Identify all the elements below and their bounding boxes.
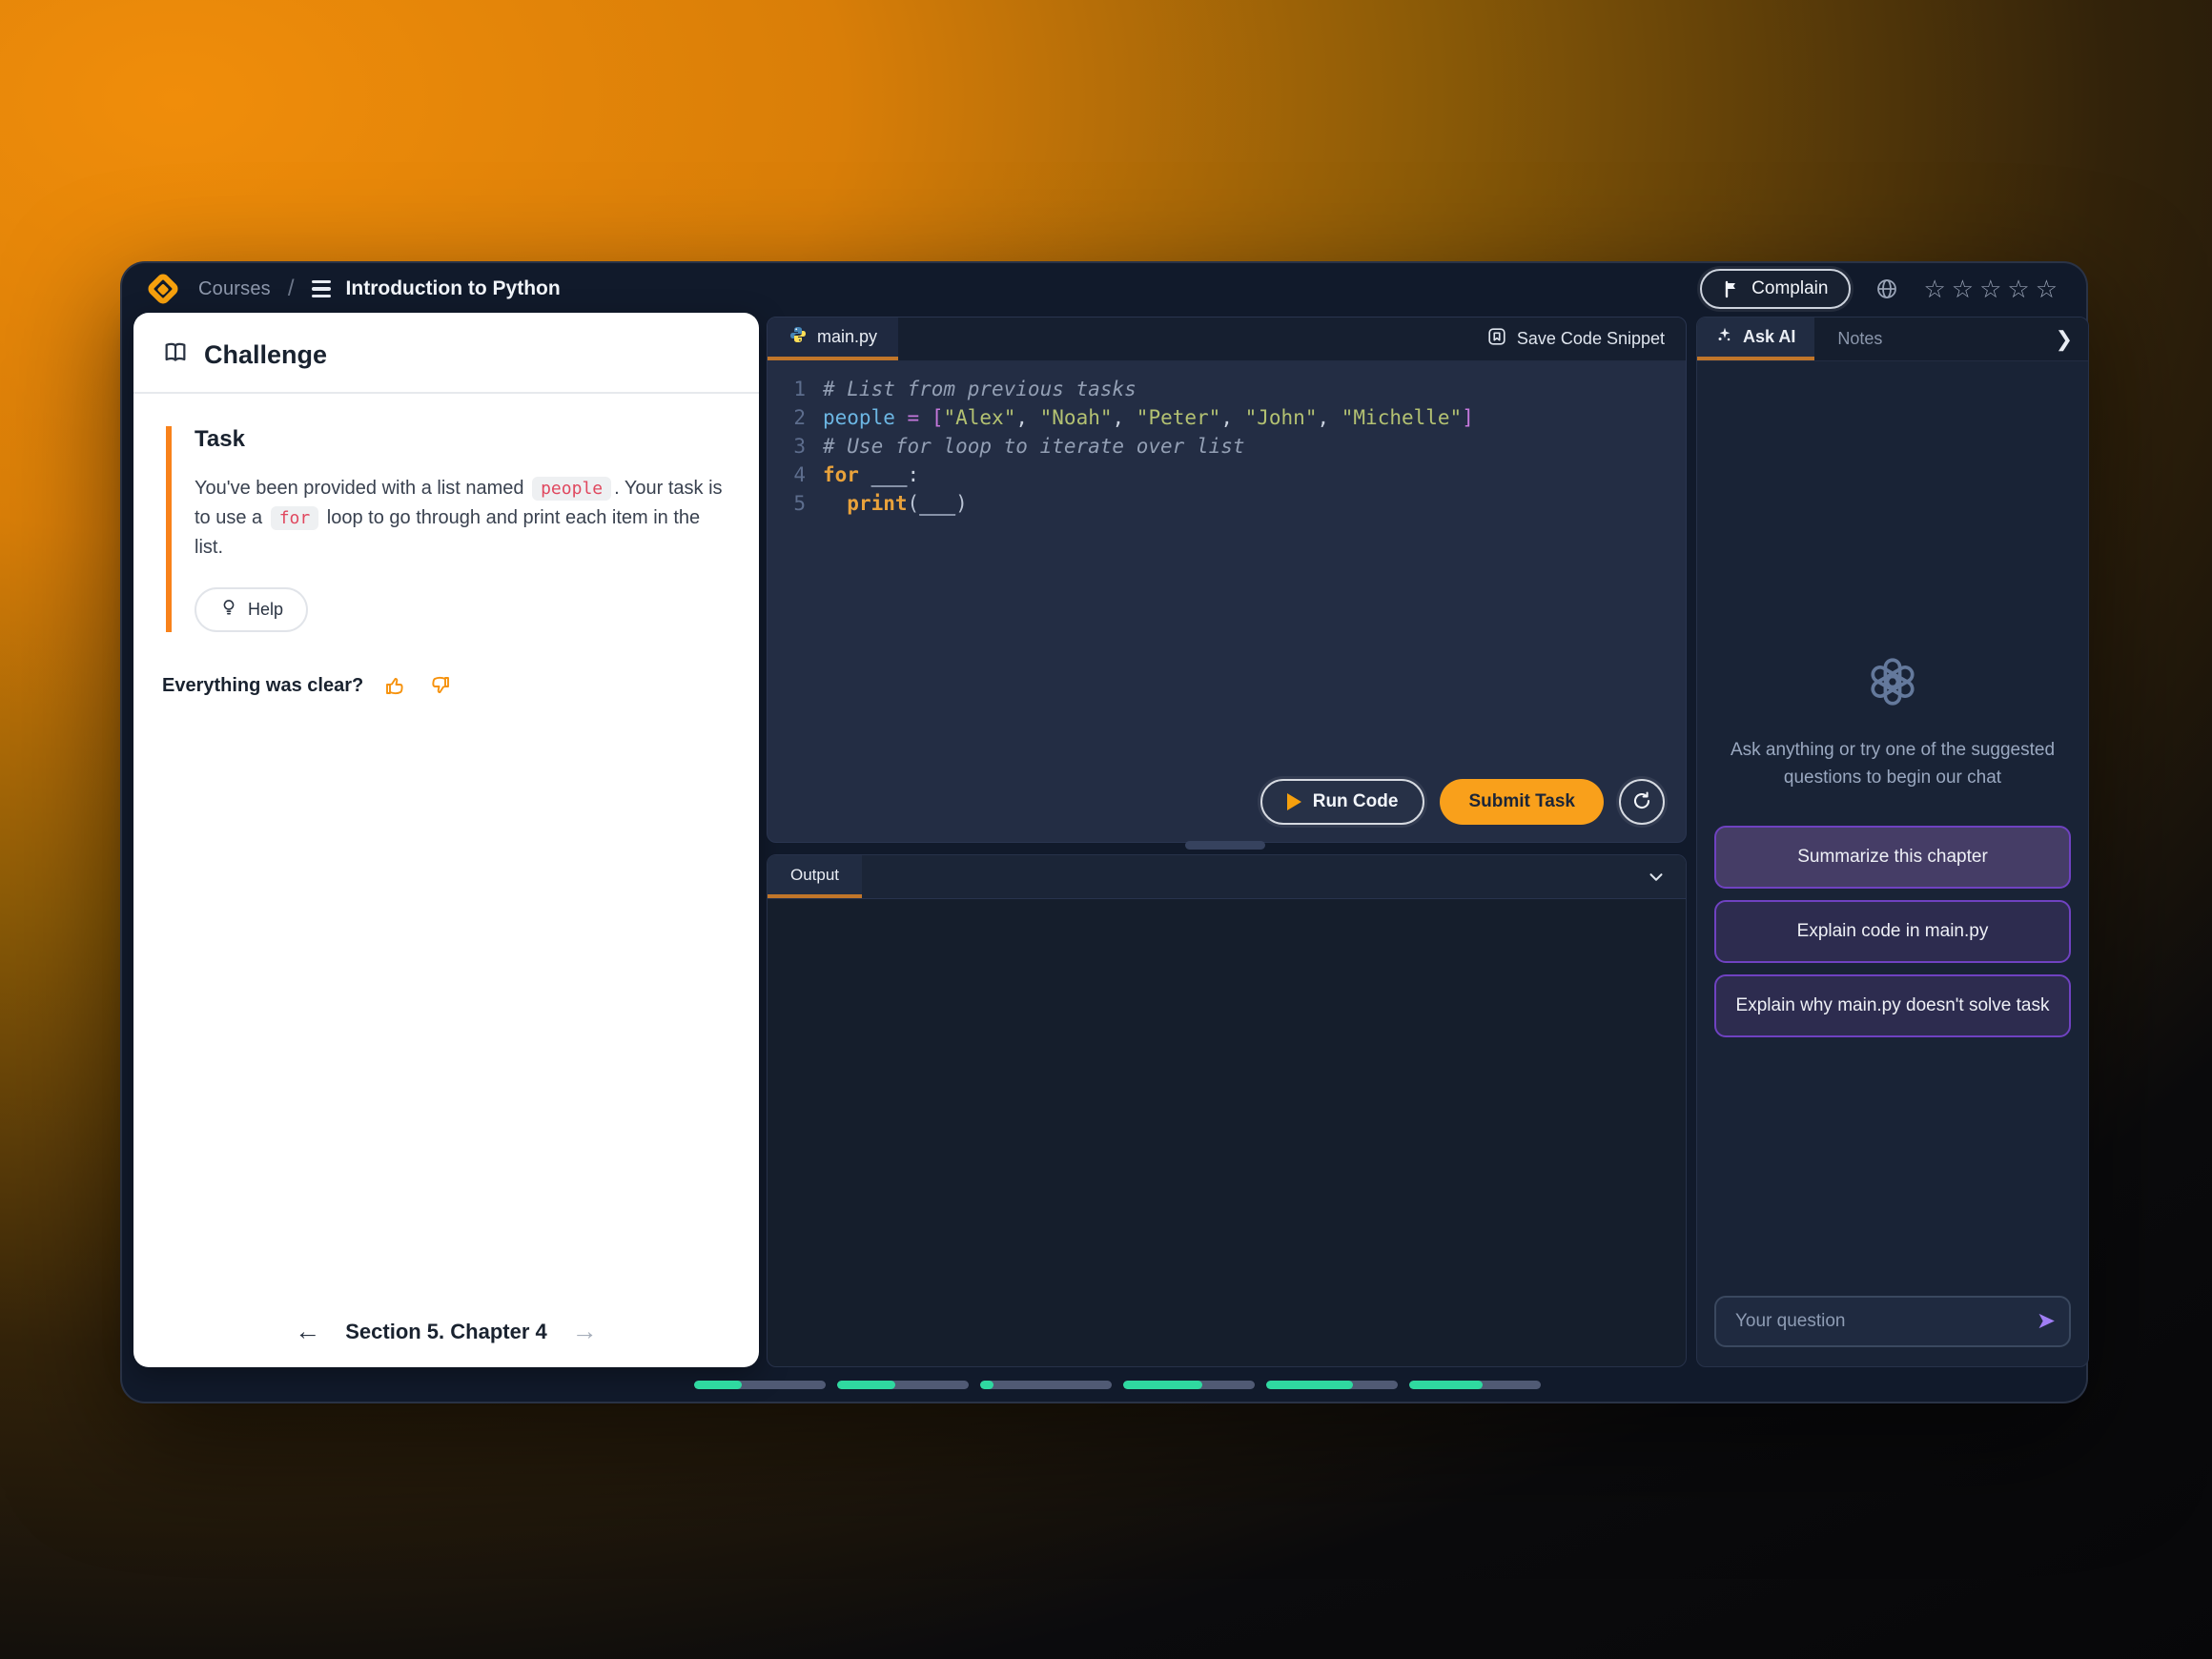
openai-logo-icon [1868, 657, 1917, 711]
code-line[interactable]: 5 print(___) [768, 489, 1686, 518]
rating-star-icon[interactable]: ☆ [1952, 276, 1974, 301]
help-button[interactable]: Help [195, 587, 308, 632]
tab-main-py[interactable]: main.py [768, 317, 898, 360]
suggestion-button[interactable]: Summarize this chapter [1714, 826, 2071, 889]
book-icon [162, 339, 189, 371]
ai-tab-bar: Ask AI Notes ❯ [1697, 317, 2088, 361]
tab-output[interactable]: Output [768, 855, 862, 898]
output-panel: Output [767, 854, 1687, 1367]
task-block: Task You've been provided with a list na… [166, 426, 730, 632]
course-menu-icon[interactable] [312, 280, 331, 298]
ai-suggestions: Summarize this chapter Explain code in ma… [1697, 826, 2088, 1037]
ask-ai-panel: Ask AI Notes ❯ Ask anyt [1696, 317, 2089, 1367]
submit-task-button[interactable]: Submit Task [1440, 779, 1604, 825]
prev-chapter-button[interactable]: ← [295, 1317, 320, 1346]
breadcrumb-courses[interactable]: Courses [198, 278, 271, 300]
output-tab-bar: Output [768, 855, 1686, 899]
rating-star-icon[interactable]: ☆ [1979, 276, 2001, 301]
rating-star-icon[interactable]: ☆ [2036, 276, 2058, 301]
line-number: 1 [768, 375, 806, 403]
lightbulb-icon [219, 598, 238, 622]
code-line[interactable]: 3# Use for loop to iterate over list [768, 432, 1686, 461]
collapse-panel-chevron-icon[interactable]: ❯ [2056, 327, 2088, 352]
brand-logo-icon[interactable] [146, 272, 181, 307]
inline-code-chip: people [532, 477, 611, 501]
save-code-snippet-button[interactable]: Save Code Snippet [1486, 326, 1686, 352]
code-line[interactable]: 2people = ["Alex", "Noah", "Peter", "Joh… [768, 403, 1686, 432]
rating-star-icon[interactable]: ☆ [1923, 276, 1945, 301]
progress-segment [1266, 1381, 1398, 1389]
line-number: 3 [768, 432, 806, 461]
line-number: 5 [768, 489, 806, 518]
divider [133, 392, 759, 394]
progress-segment [980, 1381, 1112, 1389]
section-chapter-label: Section 5. Chapter 4 [345, 1320, 547, 1344]
tab-notes[interactable]: Notes [1814, 317, 1905, 360]
inline-code-chip: for [271, 506, 319, 530]
save-snippet-icon [1486, 326, 1507, 352]
task-description: You've been provided with a list named p… [195, 474, 730, 563]
progress-segment [694, 1381, 826, 1389]
feedback-question: Everything was clear? [162, 675, 363, 697]
run-code-button[interactable]: Run Code [1260, 779, 1425, 825]
reset-code-button[interactable] [1619, 779, 1665, 825]
suggestion-button[interactable]: Explain code in main.py [1714, 900, 2071, 963]
suggestion-button[interactable]: Explain why main.py doesn't solve task [1714, 974, 2071, 1037]
ai-question-input[interactable] [1714, 1296, 2071, 1347]
editor-tab-bar: main.py Save Code Snippet [768, 317, 1686, 361]
ai-empty-state: Ask anything or try one of the suggested… [1697, 657, 2088, 791]
progress-segment [1409, 1381, 1541, 1389]
next-chapter-button[interactable]: → [572, 1317, 598, 1346]
ai-empty-text-line2: questions to begin our chat [1697, 764, 2088, 791]
tab-ask-ai[interactable]: Ask AI [1697, 317, 1814, 360]
rating-star-icon[interactable]: ☆ [2007, 276, 2029, 301]
progress-segment [837, 1381, 969, 1389]
python-icon [789, 325, 808, 349]
collapse-output-chevron-icon[interactable] [1646, 867, 1686, 888]
rating-stars: ☆☆☆☆☆ [1923, 276, 2058, 301]
code-line[interactable]: 4for ___: [768, 461, 1686, 489]
thumbs-down-icon[interactable] [428, 674, 451, 697]
challenge-panel: Challenge Task You've been provided with… [133, 313, 759, 1367]
breadcrumb-separator: / [288, 276, 295, 302]
send-question-icon[interactable]: ➤ [2037, 1307, 2056, 1335]
complain-button[interactable]: Complain [1700, 269, 1851, 309]
course-progress-bar [694, 1381, 1541, 1389]
code-area[interactable]: 1# List from previous tasks2people = ["A… [768, 361, 1686, 518]
course-title: Introduction to Python [346, 277, 561, 300]
top-bar: Courses / Introduction to Python Complai… [122, 263, 2086, 315]
code-line[interactable]: 1# List from previous tasks [768, 375, 1686, 403]
app-window: Courses / Introduction to Python Complai… [120, 261, 2088, 1403]
language-globe-icon[interactable] [1875, 277, 1898, 300]
complain-flag-icon [1723, 279, 1742, 298]
ai-sparkle-icon [1716, 326, 1733, 348]
code-editor-panel: main.py Save Code Snippet 1# List from p… [767, 317, 1687, 843]
play-icon [1287, 793, 1301, 810]
thumbs-up-icon[interactable] [384, 674, 407, 697]
line-number: 4 [768, 461, 806, 489]
task-heading: Task [195, 426, 730, 453]
progress-segment [1123, 1381, 1255, 1389]
refresh-icon [1630, 789, 1653, 815]
line-number: 2 [768, 403, 806, 432]
challenge-title: Challenge [204, 340, 327, 370]
ai-empty-text-line1: Ask anything or try one of the suggested [1697, 736, 2088, 764]
editor-output-resize-handle[interactable] [1185, 841, 1265, 850]
